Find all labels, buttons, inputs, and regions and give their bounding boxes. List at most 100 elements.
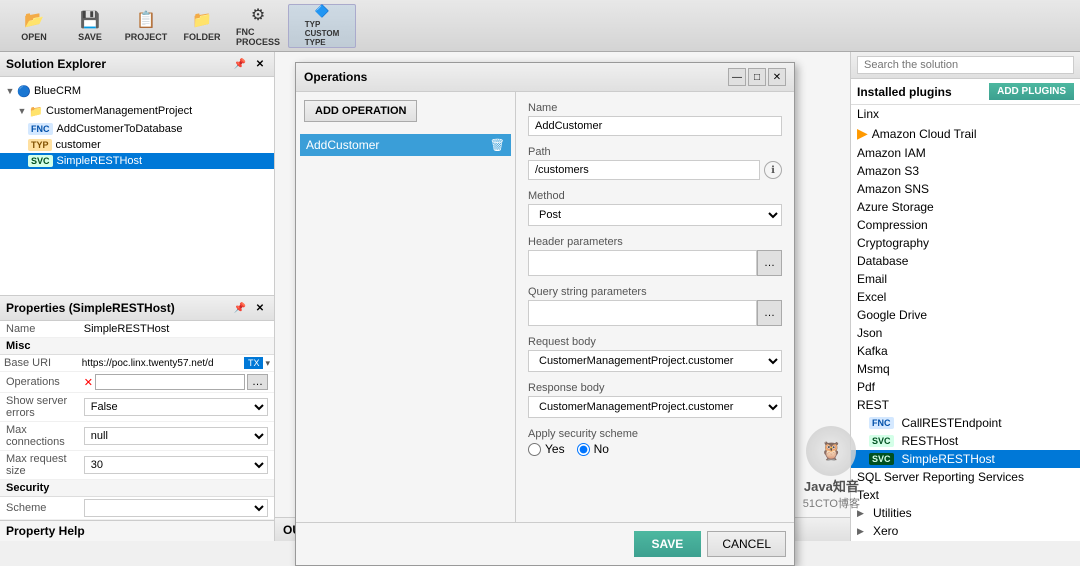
- plugin-utilities[interactable]: ▶ Utilities: [851, 504, 1080, 522]
- prop-value-name: SimpleRESTHost: [78, 321, 274, 338]
- prop-header-icons: 📌 ✕: [232, 300, 268, 316]
- bluecrm-label: BlueCRM: [34, 85, 81, 97]
- properties-table: Name SimpleRESTHost Misc Base URI https:…: [0, 321, 274, 520]
- custom-type-button[interactable]: 🔷 TYPCustOMTYPE: [288, 4, 356, 48]
- ops-input-field[interactable]: [95, 374, 245, 390]
- plugin-linx[interactable]: Linx: [851, 105, 1080, 123]
- response-body-select[interactable]: CustomerManagementProject.customerNone: [528, 396, 782, 418]
- plugin-kafka-label: Kafka: [857, 344, 888, 358]
- prop-value-max-req: 30: [78, 451, 274, 480]
- path-input[interactable]: [528, 160, 760, 180]
- plugin-azure-storage[interactable]: Azure Storage: [851, 198, 1080, 216]
- solution-search-input[interactable]: [857, 56, 1074, 74]
- query-params-area[interactable]: [528, 300, 757, 326]
- open-button[interactable]: 📂 OPEN: [8, 4, 60, 48]
- max-req-select[interactable]: 30: [84, 456, 268, 474]
- plugin-json[interactable]: Json: [851, 324, 1080, 342]
- plugin-excel[interactable]: Excel: [851, 288, 1080, 306]
- simplerest-label: SimpleRESTHost: [57, 155, 143, 167]
- radio-yes-label[interactable]: Yes: [528, 442, 565, 456]
- dialog-save-button[interactable]: SAVE: [634, 531, 702, 557]
- plugin-simpleresthost[interactable]: SVC SimpleRESTHost: [851, 450, 1080, 468]
- folder-icon: 📁: [192, 10, 212, 30]
- query-params-btn[interactable]: …: [757, 300, 782, 326]
- plugin-text[interactable]: Text: [851, 486, 1080, 504]
- uri-dropdown-icon[interactable]: ▾: [265, 358, 270, 369]
- plugin-cryptography[interactable]: Cryptography: [851, 234, 1080, 252]
- plugin-xero[interactable]: ▶ Xero: [851, 522, 1080, 540]
- dialog-minimize-button[interactable]: —: [728, 68, 746, 86]
- plugin-amazon-iam[interactable]: Amazon IAM: [851, 144, 1080, 162]
- scheme-select[interactable]: [84, 499, 268, 517]
- installed-label: Installed plugins: [857, 85, 952, 99]
- panel-header-icons: 📌 ✕: [232, 56, 268, 72]
- process-button[interactable]: ⚙ FNCPROCESS: [232, 4, 284, 48]
- plugin-amazon-sns[interactable]: Amazon SNS: [851, 180, 1080, 198]
- tree-item-customer[interactable]: TYP customer: [0, 137, 274, 153]
- plugin-rest-label: REST: [857, 398, 889, 412]
- field-label-response-body: Response body: [528, 382, 782, 394]
- plugin-resthost[interactable]: SVC RESTHost: [851, 432, 1080, 450]
- svc-tag: SVC: [28, 155, 53, 167]
- dialog-title: Operations: [304, 70, 367, 84]
- plugin-amazon-cloudtrail[interactable]: ▶ Amazon Cloud Trail: [851, 123, 1080, 144]
- tree-item-simplerest[interactable]: SVC SimpleRESTHost: [0, 153, 274, 169]
- uri-tx-button[interactable]: TX: [244, 357, 264, 369]
- path-info-icon[interactable]: ℹ: [764, 161, 782, 179]
- custom-type-icon: 🔷: [315, 4, 330, 18]
- plugin-kafka[interactable]: Kafka: [851, 342, 1080, 360]
- request-body-select[interactable]: CustomerManagementProject.customerNone: [528, 350, 782, 372]
- plugin-rest[interactable]: REST: [851, 396, 1080, 414]
- field-group-path: Path ℹ: [528, 146, 782, 180]
- plugin-sns-label: Amazon SNS: [857, 182, 929, 196]
- plugin-simpleresthost-label: SimpleRESTHost: [902, 452, 995, 466]
- save-button[interactable]: 💾 SAVE: [64, 4, 116, 48]
- dialog-close-button[interactable]: ✕: [768, 68, 786, 86]
- method-select[interactable]: PostGetPutDeletePatch: [528, 204, 782, 226]
- plugin-pdf[interactable]: Pdf: [851, 378, 1080, 396]
- dialog-titlebar: Operations — □ ✕: [296, 63, 794, 92]
- tree-item-bluecrm[interactable]: ▼ 🔵 BlueCRM: [0, 81, 274, 101]
- plugin-amazon-s3[interactable]: Amazon S3: [851, 162, 1080, 180]
- plugin-database[interactable]: Database: [851, 252, 1080, 270]
- ops-ellipsis-button[interactable]: …: [247, 374, 268, 390]
- prop-close-icon[interactable]: ✕: [252, 300, 268, 316]
- folder-button[interactable]: 📁 FOLDER: [176, 4, 228, 48]
- prop-row-show-errors: Show server errors FalseTrue: [0, 393, 274, 422]
- radio-no-label[interactable]: No: [577, 442, 609, 456]
- prop-label-max-req: Max request size: [0, 451, 78, 480]
- ops-error-icon: ✕: [84, 376, 93, 389]
- plugin-callrest[interactable]: FNC CallRESTEndpoint: [851, 414, 1080, 432]
- max-conn-select[interactable]: null: [84, 427, 268, 445]
- pin-icon[interactable]: 📌: [232, 56, 248, 72]
- close-panel-icon[interactable]: ✕: [252, 56, 268, 72]
- project-button[interactable]: 📋 PROJECT: [120, 4, 172, 48]
- operation-name-input[interactable]: [528, 116, 782, 136]
- custom-type-label: TYPCustOMTYPE: [305, 20, 340, 47]
- show-errors-select[interactable]: FalseTrue: [84, 398, 268, 416]
- dialog-maximize-button[interactable]: □: [748, 68, 766, 86]
- plugin-email[interactable]: Email: [851, 270, 1080, 288]
- tree-item-custmgmt[interactable]: ▼ 📁 CustomerManagementProject: [0, 101, 274, 121]
- plugin-s3-label: Amazon S3: [857, 164, 919, 178]
- plugin-compression[interactable]: Compression: [851, 216, 1080, 234]
- plugin-google-drive[interactable]: Google Drive: [851, 306, 1080, 324]
- header-params-btn[interactable]: …: [757, 250, 782, 276]
- op-delete-icon[interactable]: 🗑: [490, 138, 505, 152]
- main-layout: Solution Explorer 📌 ✕ ▼ 🔵 BlueCRM ▼ 📁 Cu…: [0, 52, 1080, 541]
- prop-row-operations: Operations ✕ …: [0, 372, 274, 393]
- add-operation-button[interactable]: ADD OPERATION: [304, 100, 417, 122]
- operation-item-addcustomer[interactable]: AddCustomer 🗑: [300, 134, 511, 156]
- dialog-cancel-button[interactable]: CANCEL: [707, 531, 786, 557]
- aws-icon: ▶: [857, 125, 868, 142]
- add-plugins-button[interactable]: ADD PLUGINS: [989, 83, 1074, 100]
- plugin-msmq[interactable]: Msmq: [851, 360, 1080, 378]
- radio-no[interactable]: [577, 443, 590, 456]
- tree-item-addcustomer[interactable]: FNC AddCustomerToDatabase: [0, 121, 274, 137]
- prop-pin-icon[interactable]: 📌: [232, 300, 248, 316]
- radio-yes[interactable]: [528, 443, 541, 456]
- header-params-area[interactable]: [528, 250, 757, 276]
- security-radio-group: Yes No: [528, 442, 782, 456]
- plugin-ssrs[interactable]: SQL Server Reporting Services: [851, 468, 1080, 486]
- prop-value-scheme: [78, 497, 274, 520]
